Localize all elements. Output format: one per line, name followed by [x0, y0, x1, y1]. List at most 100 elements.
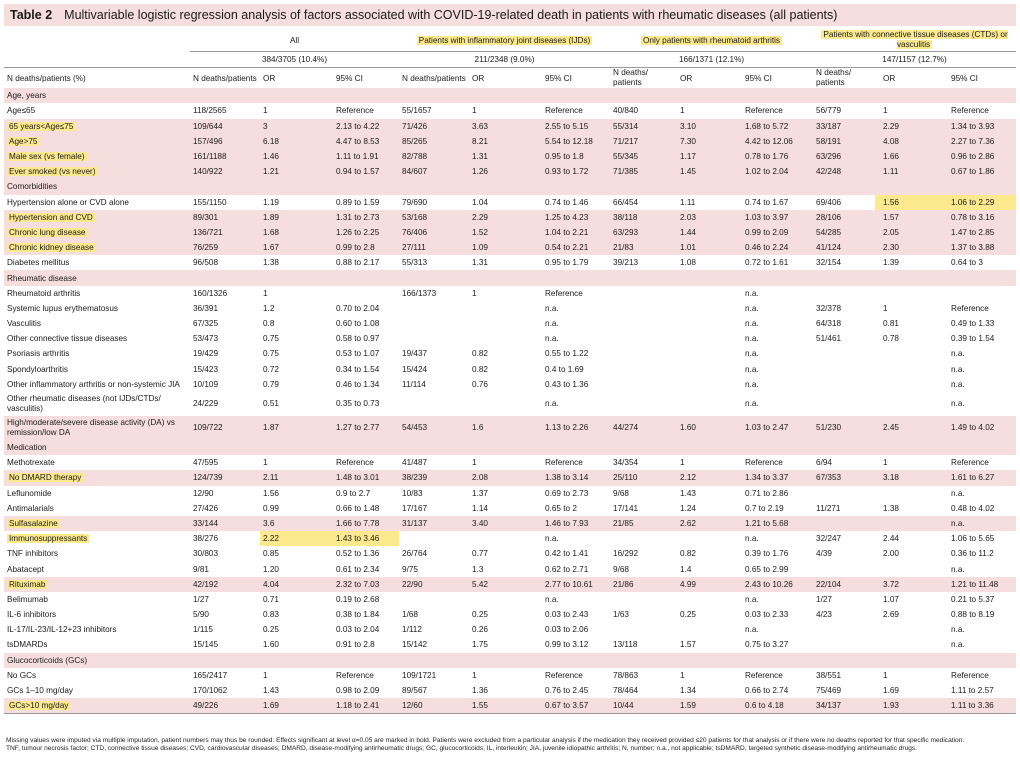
- table-row: GCs>10 mg/day 49/226 1.69 1.18 to 2.41 12/60…: [4, 698, 1017, 715]
- row-label: Other connective tissue diseases: [4, 331, 190, 346]
- or-cell: 1: [472, 106, 477, 116]
- ci-cell: 4.47 to 8.53: [316, 133, 400, 149]
- table-row: GCs 1–10 mg/day 170/1062 1.43 0.98 to 2.09 8…: [4, 683, 1016, 698]
- or-cell: 0.76: [472, 379, 488, 389]
- or-cell: 1.07: [883, 594, 899, 604]
- or-cell: 0.99: [263, 503, 279, 513]
- or-cell: [469, 531, 525, 546]
- or-cell: 1.57: [875, 209, 932, 225]
- or-cell: 2.44: [883, 534, 899, 544]
- ci-cell: 0.72 to 1.61: [745, 258, 789, 268]
- or-cell: 1.11: [680, 197, 696, 207]
- or-cell: 0.77: [472, 549, 488, 559]
- ci-cell: 0.48 to 4.02: [951, 503, 995, 513]
- row-label: Hypertension and CVD: [4, 209, 190, 225]
- or-cell: 1.17: [672, 148, 726, 165]
- or-cell: 2.12: [672, 470, 726, 486]
- ci-cell: n.a.: [745, 625, 759, 635]
- n-deaths-cell: 71/385: [610, 164, 673, 180]
- or-cell: [875, 486, 931, 501]
- ci-cell: n.a.: [951, 399, 965, 409]
- or-cell: 1.24: [680, 503, 696, 513]
- or-cell: 1.37: [472, 488, 488, 498]
- or-cell: 0.72: [263, 364, 279, 374]
- row-label: Systemic lupus erythematosus: [4, 301, 190, 316]
- or-cell: [672, 346, 725, 361]
- row-label: Other rheumatic diseases (not IJDs/CTDs/…: [4, 392, 190, 416]
- ci-cell: 0.67 to 1.86: [931, 164, 1017, 180]
- ci-cell: 0.4 to 1.69: [545, 364, 584, 374]
- ci-cell: 1.68 to 5.72: [725, 118, 814, 134]
- table-row: Diabetes mellitus 96/508 1.38 0.88 to 2.17 5…: [4, 255, 1016, 270]
- n-deaths-cell: 55/314: [610, 118, 673, 134]
- or-cell: [672, 377, 725, 392]
- group-all-header: All: [289, 35, 300, 45]
- or-cell: [672, 531, 725, 546]
- n-deaths-cell: 15/142: [402, 640, 428, 650]
- ci-cell: [316, 286, 399, 301]
- n-deaths-cell: [813, 515, 876, 532]
- or-cell: [672, 286, 725, 301]
- or-cell: 1: [883, 303, 888, 313]
- or-cell: 1.09: [469, 240, 526, 256]
- ci-cell: n.a.: [951, 488, 965, 498]
- ci-cell: Reference: [951, 670, 989, 680]
- ci-cell: 0.36 to 11.2: [951, 549, 994, 559]
- ci-cell: 2.77 to 10.61: [525, 576, 611, 592]
- n-deaths-cell: 9/75: [402, 564, 418, 574]
- col-n-deaths: N deaths/ patients: [610, 67, 673, 89]
- ci-cell: Reference: [336, 458, 374, 468]
- table-row: No DMARD therapy 124/739 2.11 1.48 to 3.01 3…: [4, 470, 1017, 486]
- n-deaths-cell: 24/229: [193, 399, 219, 409]
- n-deaths-cell: 34/137: [813, 698, 876, 715]
- or-cell: 2.11: [260, 470, 316, 486]
- ci-cell: n.a.: [545, 594, 559, 604]
- ci-cell: 5.54 to 12.18: [525, 133, 611, 149]
- n-deaths-cell: 15/423: [193, 364, 219, 374]
- or-cell: 0.51: [263, 399, 279, 409]
- n-deaths-cell: 22/104: [813, 576, 876, 592]
- n-deaths-cell: [610, 346, 672, 361]
- or-cell: 1.66: [875, 148, 932, 165]
- ci-cell: 0.91 to 2.8: [336, 640, 375, 650]
- or-cell: 1.59: [672, 698, 726, 715]
- ci-cell: 0.94 to 1.57: [316, 164, 400, 180]
- row-label: Rituximab: [4, 576, 190, 592]
- or-cell: [469, 301, 525, 316]
- n-deaths-cell: 157/496: [190, 133, 260, 149]
- or-cell: 1.19: [263, 197, 279, 207]
- n-deaths-cell: [610, 392, 672, 416]
- n-deaths-cell: 10/44: [610, 698, 673, 715]
- ci-cell: 0.42 to 1.41: [545, 549, 589, 559]
- or-cell: 1.04: [472, 197, 488, 207]
- row-label-text: Vasculitis: [7, 319, 41, 329]
- ci-cell: 1.11 to 1.91: [316, 148, 400, 165]
- or-cell: 1.36: [472, 686, 488, 696]
- ci-cell: 0.39 to 1.54: [951, 334, 995, 344]
- row-label: High/moderate/severe disease activity (D…: [4, 415, 190, 440]
- row-label-text: No GCs: [7, 670, 37, 680]
- section-row: Medication: [4, 439, 1017, 456]
- ci-cell: Reference: [545, 288, 583, 298]
- n-deaths-cell: 34/354: [613, 458, 639, 468]
- ci-cell: 1.26 to 2.25: [316, 224, 400, 241]
- n-deaths-cell: 75/469: [816, 686, 842, 696]
- or-cell: 1.60: [672, 415, 726, 440]
- or-cell: 4.08: [875, 133, 932, 149]
- ci-cell: 0.54 to 2.21: [525, 240, 611, 256]
- col-ci: 95% CI: [316, 67, 400, 89]
- n-deaths-cell: [399, 316, 469, 331]
- table-row: Male sex (vs female) 161/1188 1.46 1.11 to …: [4, 148, 1017, 165]
- ci-cell: 1.46 to 7.93: [525, 515, 611, 532]
- regression-table: All Patients with inflammatory joint dis…: [4, 29, 1017, 715]
- or-cell: 0.75: [263, 349, 279, 359]
- group-ra-total: 166/1371 (12.1%): [610, 50, 814, 68]
- row-label: Antimalarials: [4, 501, 190, 516]
- col-or: OR: [260, 67, 316, 89]
- n-deaths-cell: 76/406: [399, 224, 470, 241]
- or-cell: [875, 637, 931, 652]
- row-label-text: Immunosuppressants: [7, 534, 90, 544]
- or-cell: [672, 362, 725, 377]
- ci-cell: 1.31 to 2.73: [316, 209, 400, 225]
- table-row: Belimumab 1/27 0.71 0.19 to 2.68 n.a. n.a. 1/2…: [4, 592, 1016, 607]
